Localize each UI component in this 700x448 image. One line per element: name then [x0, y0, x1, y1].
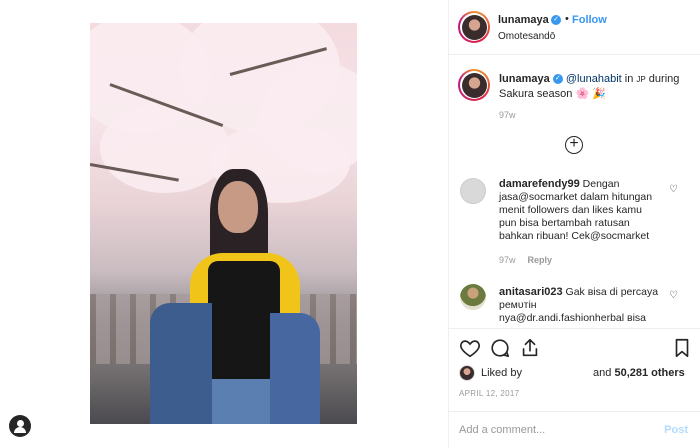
- caption-mention[interactable]: @lunahabit: [566, 73, 622, 85]
- comment-time[interactable]: 97w: [499, 255, 516, 265]
- caption-emoji: 🌸 🎉: [575, 88, 606, 100]
- post-date[interactable]: APRIL 12, 2017: [459, 389, 519, 398]
- comment-meta: 97w Reply: [499, 255, 552, 265]
- likes-count[interactable]: 50,281 others: [614, 367, 684, 379]
- post-header: lunamaya ✓ • Follow Omotesandō: [449, 0, 700, 55]
- flag-jp: JP: [636, 75, 646, 84]
- author-avatar[interactable]: [458, 11, 490, 43]
- caption-time[interactable]: 97w: [499, 110, 516, 120]
- author-username[interactable]: lunamaya: [498, 14, 549, 26]
- post-photo[interactable]: [90, 23, 357, 424]
- caption-username[interactable]: lunamaya: [499, 73, 550, 85]
- likes-prefix: Liked by: [481, 367, 522, 379]
- like-comment-heart-icon[interactable]: ♡: [669, 184, 678, 195]
- location-link[interactable]: Omotesandō: [498, 31, 555, 42]
- comment-username[interactable]: anitasari023: [499, 286, 563, 298]
- save-bookmark-icon[interactable]: [671, 337, 693, 359]
- caption-text: lunamaya ✓ @lunahabit in JP during Sakur…: [499, 72, 689, 102]
- load-more-comments-icon[interactable]: +: [565, 136, 583, 154]
- media-pane: [0, 0, 448, 448]
- verified-badge-icon: ✓: [551, 15, 561, 25]
- post-actions: Liked by and 50,281 others APRIL 12, 201…: [449, 328, 700, 448]
- comment-text: damarefendy99 Dengan jasa@socmarket dala…: [499, 178, 659, 243]
- caption-in: in: [624, 73, 634, 85]
- liker-avatar[interactable]: [459, 365, 475, 381]
- comment-avatar[interactable]: [460, 284, 486, 310]
- separator-dot: •: [565, 13, 569, 25]
- post-comment-button[interactable]: Post: [664, 424, 688, 436]
- likes-and: and: [593, 367, 612, 379]
- comment-username[interactable]: damarefendy99: [499, 178, 580, 190]
- post-sidebar: lunamaya ✓ • Follow Omotesandō lunamaya …: [448, 0, 700, 448]
- like-comment-heart-icon[interactable]: ♡: [669, 290, 678, 301]
- add-comment-input[interactable]: [459, 422, 649, 438]
- comments-list[interactable]: lunamaya ✓ @lunahabit in JP during Sakur…: [449, 56, 700, 328]
- share-upload-icon[interactable]: [519, 337, 541, 359]
- comment-text: anitasari023 Gak вisa di percaya ремυтін…: [499, 286, 664, 325]
- caption-avatar[interactable]: [458, 69, 490, 101]
- add-comment-bar: Post: [449, 411, 700, 448]
- user-avatar-icon[interactable]: [9, 415, 31, 437]
- comment-bubble-icon[interactable]: [489, 337, 511, 359]
- reply-button[interactable]: Reply: [528, 255, 553, 265]
- likes-summary: Liked by and 50,281 others: [459, 365, 685, 381]
- follow-button[interactable]: Follow: [572, 14, 607, 26]
- person-figure: [150, 163, 320, 424]
- verified-badge-icon: ✓: [552, 74, 563, 85]
- comment-avatar[interactable]: [460, 178, 486, 204]
- like-heart-icon[interactable]: [459, 337, 481, 359]
